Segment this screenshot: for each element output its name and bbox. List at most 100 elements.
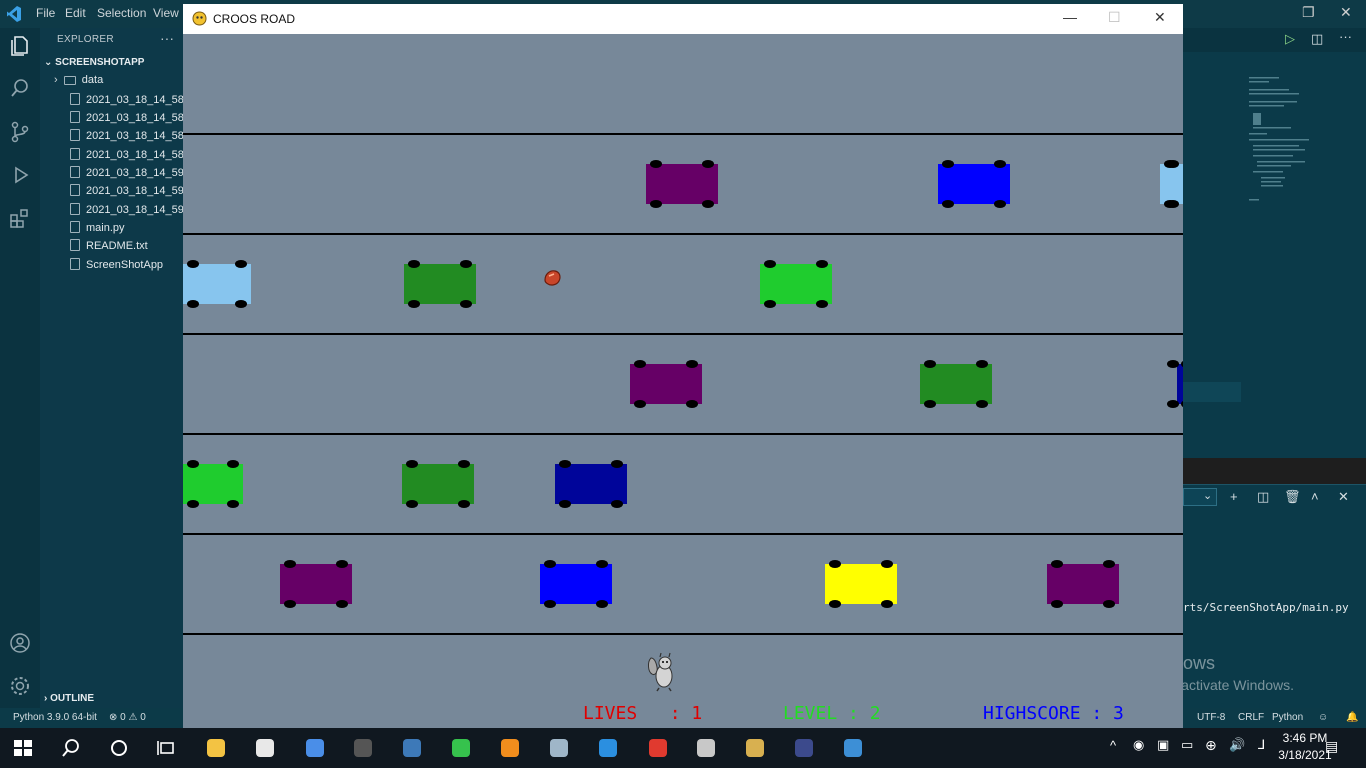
lane-divider — [183, 133, 1183, 135]
minimize-icon[interactable]: — — [1063, 9, 1077, 25]
car-body — [920, 364, 992, 404]
split-editor-icon[interactable]: ◫ — [1311, 31, 1323, 47]
tree-item[interactable]: 2021_03_18_14_59_... — [70, 203, 199, 221]
outline-section[interactable]: › OUTLINE — [44, 693, 94, 704]
start-button[interactable] — [12, 737, 34, 759]
input-indicator[interactable]: ⅃ — [1258, 737, 1265, 753]
task-view-icon[interactable] — [156, 737, 178, 759]
language-mode[interactable]: Python — [1272, 712, 1303, 723]
player-sprite — [648, 652, 673, 692]
menu-selection[interactable]: Selection — [97, 6, 146, 20]
minimap-slider[interactable] — [1183, 382, 1241, 402]
car-wheel — [544, 600, 556, 608]
tree-folder-data[interactable]: › data — [54, 74, 103, 92]
clock-time[interactable]: 3:46 PM — [1282, 731, 1328, 745]
lives-counter: LIVES : 1 — [583, 703, 703, 724]
tree-item[interactable]: 2021_03_18_14_58_... — [70, 148, 199, 166]
encoding[interactable]: UTF-8 — [1197, 712, 1225, 723]
car-wheel — [924, 360, 936, 368]
menu-file[interactable]: File — [36, 6, 55, 20]
close-icon[interactable]: ✕ — [1340, 4, 1352, 21]
tree-item[interactable]: 2021_03_18_14_59_... — [70, 166, 199, 184]
close-icon[interactable]: ✕ — [1154, 9, 1166, 26]
close-panel-icon[interactable]: ✕ — [1338, 489, 1349, 505]
menu-edit[interactable]: Edit — [65, 6, 86, 20]
search-icon[interactable] — [8, 76, 32, 100]
car-body — [938, 164, 1010, 204]
tree-item-readme[interactable]: README.txt — [70, 239, 148, 257]
car-wheel — [611, 500, 623, 508]
maximize-icon[interactable]: ☐ — [1108, 9, 1121, 26]
terminal-icon[interactable] — [352, 737, 374, 759]
account-icon[interactable] — [8, 631, 32, 655]
tree-item-screenshotapp[interactable]: ScreenShotApp — [70, 258, 163, 276]
notifications-icon[interactable]: ▤ — [1325, 738, 1338, 755]
python-icon[interactable] — [401, 737, 423, 759]
globe-icon[interactable]: ⊕ — [1205, 737, 1217, 754]
tree-item[interactable]: 2021_03_18_14_58_... — [70, 111, 199, 129]
restore-icon[interactable]: ❐ — [1302, 4, 1315, 21]
root-folder[interactable]: ⌄ SCREENSHOTAPP — [44, 57, 144, 68]
tree-item-main-py[interactable]: main.py — [70, 221, 125, 239]
car-wheel — [611, 460, 623, 468]
line-ending[interactable]: CRLF — [1238, 712, 1264, 723]
media-icon[interactable] — [254, 737, 276, 759]
car-wheel — [650, 200, 662, 208]
chevron-down-icon: ⌄ — [1203, 490, 1213, 502]
search-icon[interactable] — [60, 737, 82, 759]
feedback-icon[interactable]: ☺ — [1318, 712, 1328, 723]
maximize-panel-icon[interactable]: ˄ — [1311, 489, 1319, 504]
tray-icon[interactable]: ▣ — [1157, 737, 1169, 753]
volume-icon[interactable]: 🔊 — [1229, 737, 1245, 753]
paint-icon[interactable] — [744, 737, 766, 759]
gear-icon[interactable] — [8, 674, 32, 698]
tray-icon[interactable]: ◉ — [1133, 737, 1144, 753]
run-debug-icon[interactable] — [8, 163, 32, 187]
battery-icon[interactable]: ▭ — [1181, 737, 1193, 753]
root-folder-label: SCREENSHOTAPP — [55, 57, 145, 68]
cortana-icon[interactable] — [108, 737, 130, 759]
python-interpreter[interactable]: Python 3.9.0 64-bit — [13, 712, 97, 723]
car-wheel — [1167, 200, 1179, 208]
tree-item[interactable]: 2021_03_18_14_59_... — [70, 184, 199, 202]
tree-item[interactable]: 2021_03_18_14_58_... — [70, 93, 199, 111]
car-wheel — [994, 160, 1006, 168]
network-icon[interactable] — [548, 737, 570, 759]
menu-view[interactable]: View — [153, 6, 179, 20]
bell-icon[interactable]: 🔔 — [1346, 712, 1358, 723]
chevron-up-icon[interactable]: ^ — [1110, 738, 1116, 753]
chevron-right-icon: › — [54, 74, 64, 86]
trash-icon[interactable]: 🗑 — [1284, 489, 1301, 505]
minimap[interactable] — [1245, 75, 1325, 205]
car-wheel — [1103, 560, 1115, 568]
usb-icon[interactable] — [695, 737, 717, 759]
acrobat-icon[interactable] — [647, 737, 669, 759]
more-actions-icon[interactable]: ··· — [160, 30, 174, 46]
run-icon[interactable]: ▷ — [1285, 31, 1295, 47]
tree-item-label: ScreenShotApp — [86, 259, 164, 271]
car-wheel — [458, 500, 470, 508]
add-terminal-icon[interactable]: + — [1230, 489, 1238, 504]
more-actions-icon[interactable]: ··· — [1339, 29, 1352, 44]
eclipse-icon[interactable] — [793, 737, 815, 759]
extensions-icon[interactable] — [8, 206, 32, 230]
car-wheel — [650, 160, 662, 168]
taskbar: ^ ◉ ▣ ▭ ⊕ 🔊 ⅃ 3:46 PM 3/18/2021 ▤ — [0, 728, 1366, 768]
tree-item[interactable]: 2021_03_18_14_58_... — [70, 129, 199, 147]
explorer-icon[interactable] — [8, 34, 32, 58]
car-body — [555, 464, 627, 504]
chrome-icon[interactable] — [304, 737, 326, 759]
sublime-icon[interactable] — [499, 737, 521, 759]
tree-item-label: README.txt — [86, 240, 148, 252]
terminal-select[interactable]: ⌄ — [1183, 488, 1217, 506]
pycharm-icon[interactable] — [450, 737, 472, 759]
photos-icon[interactable] — [842, 737, 864, 759]
problems-count[interactable]: ⊗ 0 ⚠ 0 — [109, 712, 146, 723]
file-icon — [70, 184, 80, 196]
source-control-icon[interactable] — [8, 120, 32, 144]
game-canvas[interactable]: LIVES : 1 LEVEL : 2 HIGHSCORE : 3 — [183, 34, 1183, 728]
split-terminal-icon[interactable]: ◫ — [1257, 489, 1269, 505]
vscode-icon[interactable] — [597, 737, 619, 759]
file-explorer-icon[interactable] — [205, 737, 227, 759]
pygame-icon — [192, 11, 207, 26]
